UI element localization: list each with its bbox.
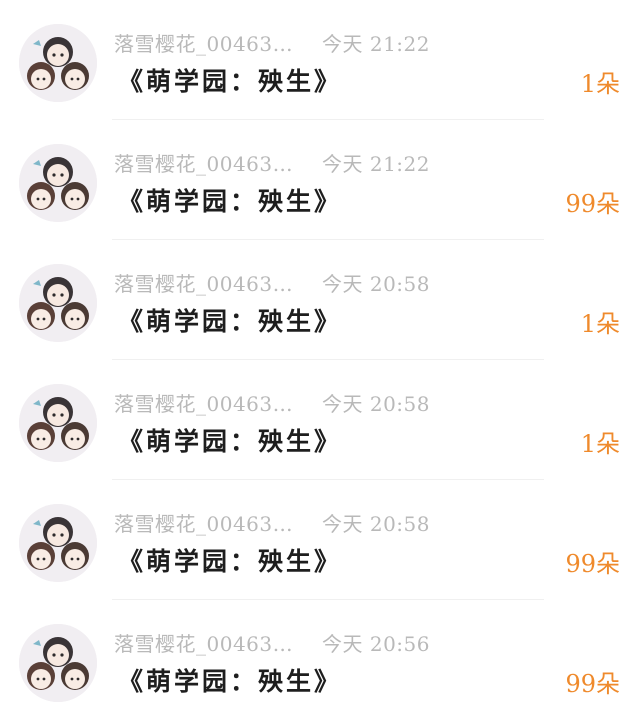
record-meta: 落雪樱花_00463… 今天 21:22 bbox=[114, 28, 430, 57]
list-item[interactable]: 落雪樱花_00463… 今天 20:58 《萌学园：殃生》 1朵 bbox=[0, 360, 640, 480]
list-item[interactable]: 落雪樱花_00463… 今天 20:56 《萌学园：殃生》 99朵 bbox=[0, 600, 640, 720]
record-meta: 落雪樱花_00463… 今天 20:58 bbox=[114, 268, 430, 297]
timestamp: 今天 21:22 bbox=[322, 32, 430, 56]
username[interactable]: 落雪樱花_00463… bbox=[114, 32, 293, 56]
book-title[interactable]: 《萌学园：殃生》 bbox=[118, 62, 342, 98]
username[interactable]: 落雪樱花_00463… bbox=[114, 392, 293, 416]
record-meta: 落雪樱花_00463… 今天 21:22 bbox=[114, 148, 430, 177]
gift-amount: 99朵 bbox=[565, 670, 620, 698]
avatar-image bbox=[19, 264, 97, 342]
gift-amount: 1朵 bbox=[580, 310, 620, 338]
list-item[interactable]: 落雪樱花_00463… 今天 20:58 《萌学园：殃生》 1朵 bbox=[0, 240, 640, 360]
gift-amount: 1朵 bbox=[580, 430, 620, 458]
avatar[interactable] bbox=[19, 144, 97, 222]
username[interactable]: 落雪樱花_00463… bbox=[114, 152, 293, 176]
avatar[interactable] bbox=[19, 264, 97, 342]
username[interactable]: 落雪樱花_00463… bbox=[114, 512, 293, 536]
timestamp: 今天 20:58 bbox=[322, 512, 430, 536]
timestamp: 今天 20:56 bbox=[322, 632, 430, 656]
username[interactable]: 落雪樱花_00463… bbox=[114, 632, 293, 656]
book-title[interactable]: 《萌学园：殃生》 bbox=[118, 422, 342, 458]
avatar-image bbox=[19, 384, 97, 462]
book-title[interactable]: 《萌学园：殃生》 bbox=[118, 662, 342, 698]
book-title[interactable]: 《萌学园：殃生》 bbox=[118, 302, 342, 338]
username[interactable]: 落雪樱花_00463… bbox=[114, 272, 293, 296]
avatar[interactable] bbox=[19, 384, 97, 462]
avatar-image bbox=[19, 144, 97, 222]
avatar[interactable] bbox=[19, 504, 97, 582]
avatar[interactable] bbox=[19, 624, 97, 702]
book-title[interactable]: 《萌学园：殃生》 bbox=[118, 182, 342, 218]
avatar-image bbox=[19, 504, 97, 582]
list-item[interactable]: 落雪樱花_00463… 今天 21:22 《萌学园：殃生》 99朵 bbox=[0, 120, 640, 240]
avatar[interactable] bbox=[19, 24, 97, 102]
list-item[interactable]: 落雪樱花_00463… 今天 21:22 《萌学园：殃生》 1朵 bbox=[0, 0, 640, 120]
avatar-image bbox=[19, 24, 97, 102]
gift-amount: 1朵 bbox=[580, 70, 620, 98]
timestamp: 今天 21:22 bbox=[322, 152, 430, 176]
record-meta: 落雪樱花_00463… 今天 20:56 bbox=[114, 628, 430, 657]
timestamp: 今天 20:58 bbox=[322, 392, 430, 416]
avatar-image bbox=[19, 624, 97, 702]
gift-record-list: 落雪樱花_00463… 今天 21:22 《萌学园：殃生》 1朵 落雪樱花_00… bbox=[0, 0, 640, 720]
timestamp: 今天 20:58 bbox=[322, 272, 430, 296]
list-item[interactable]: 落雪樱花_00463… 今天 20:58 《萌学园：殃生》 99朵 bbox=[0, 480, 640, 600]
record-meta: 落雪樱花_00463… 今天 20:58 bbox=[114, 388, 430, 417]
gift-amount: 99朵 bbox=[565, 190, 620, 218]
record-meta: 落雪樱花_00463… 今天 20:58 bbox=[114, 508, 430, 537]
book-title[interactable]: 《萌学园：殃生》 bbox=[118, 542, 342, 578]
gift-amount: 99朵 bbox=[565, 550, 620, 578]
